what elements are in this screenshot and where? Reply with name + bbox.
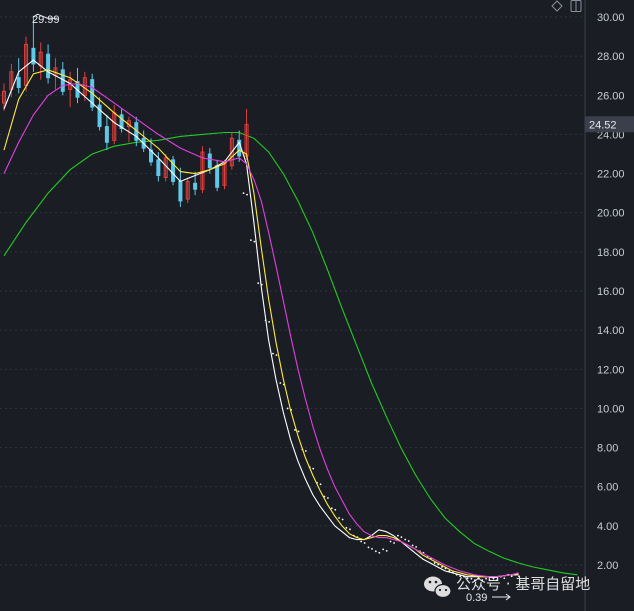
y-tick-label: 4.00	[597, 521, 618, 533]
dot-point	[345, 526, 348, 529]
dot-point	[327, 497, 329, 499]
dot-point	[382, 548, 385, 551]
dot-point	[400, 536, 403, 539]
dot-point	[334, 508, 337, 511]
y-tick-label: 10.00	[597, 403, 625, 415]
dot-point	[341, 518, 344, 521]
candle-body	[104, 126, 109, 143]
dot-point	[257, 282, 260, 285]
candle	[171, 155, 176, 186]
candle-body	[207, 153, 212, 169]
candle-body	[156, 159, 161, 177]
dot-point	[385, 549, 388, 552]
candle-body	[178, 180, 183, 202]
dot-point	[374, 550, 377, 553]
dot-point	[253, 240, 256, 243]
dot-point	[242, 192, 245, 195]
dot-point	[279, 382, 282, 384]
chart-background	[0, 0, 634, 611]
y-tick-label: 6.00	[597, 482, 618, 494]
watermark-text: 公众号 · 基哥自留地	[456, 575, 590, 593]
dot-point	[367, 546, 370, 549]
dot-point	[297, 430, 300, 433]
dot-point	[275, 354, 278, 357]
y-tick-label: 16.00	[597, 286, 625, 298]
dot-point	[433, 562, 436, 564]
dot-point	[272, 352, 274, 355]
dot-point	[286, 407, 289, 410]
dot-point	[312, 467, 315, 470]
y-tick-label: 14.00	[597, 325, 625, 337]
candle	[24, 36, 29, 92]
low-label: 0.39	[466, 592, 487, 604]
dot-point	[393, 542, 395, 544]
dot-point	[407, 540, 410, 542]
dot-point	[411, 544, 414, 547]
y-tick-label: 30.00	[597, 12, 625, 24]
y-tick-label: 2.00	[597, 560, 618, 572]
dot-point	[246, 193, 248, 196]
y-tick-label: 18.00	[597, 247, 625, 259]
candle-body	[16, 77, 21, 88]
dot-point	[319, 483, 322, 486]
high-label: 29.99	[32, 14, 60, 26]
price-tag-label: 24.52	[589, 119, 617, 131]
dot-point	[404, 538, 407, 541]
candle	[200, 146, 205, 194]
dot-point	[371, 547, 373, 550]
dot-point	[250, 239, 252, 242]
candle-body	[215, 165, 220, 188]
dot-point	[268, 320, 270, 323]
dot-point	[338, 517, 340, 519]
candle-body	[193, 182, 198, 190]
candle	[163, 154, 168, 182]
y-tick-label: 22.00	[597, 169, 625, 181]
dot-point	[304, 450, 307, 452]
dot-point	[397, 534, 399, 537]
y-tick-label: 8.00	[597, 443, 618, 455]
dot-point	[330, 507, 333, 510]
y-tick-label: 20.00	[597, 208, 625, 220]
dot-point	[378, 551, 381, 554]
dot-point	[360, 540, 363, 543]
y-tick-label: 28.00	[597, 51, 625, 63]
dot-point	[349, 528, 351, 531]
dot-point	[389, 540, 392, 543]
y-tick-label: 12.00	[597, 364, 625, 376]
dot-point	[415, 546, 417, 548]
y-tick-label: 26.00	[597, 90, 625, 102]
candle-body	[46, 53, 51, 79]
dot-point	[363, 542, 366, 544]
high-annotation: 29.99	[32, 13, 60, 26]
stock-chart: 30.0028.0026.0024.0022.0020.0018.0016.00…	[0, 0, 634, 611]
current-price-tag: 24.52	[585, 116, 634, 133]
candle	[185, 177, 190, 203]
